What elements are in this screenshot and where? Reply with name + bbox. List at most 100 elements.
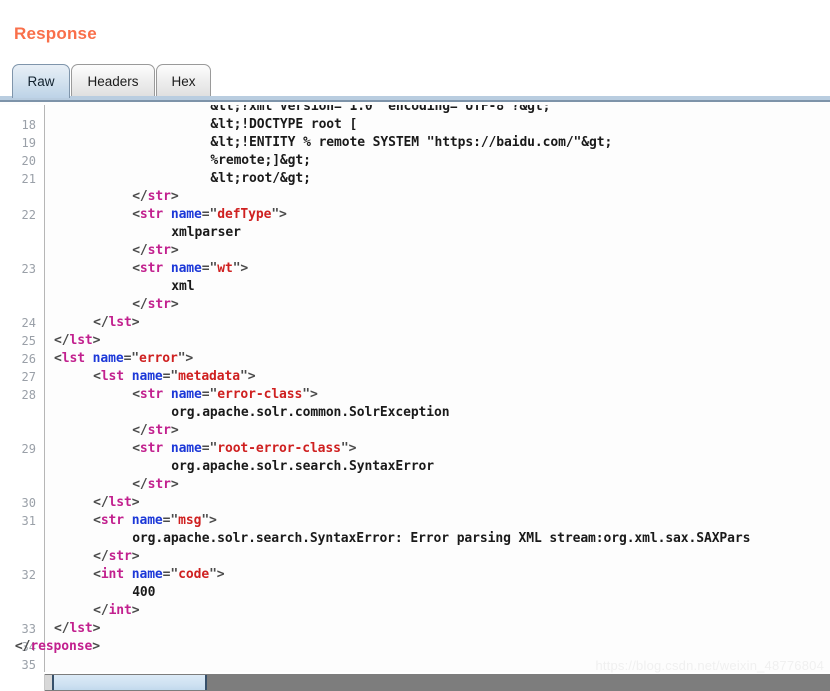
code-token: str	[147, 477, 171, 492]
code-token: response	[30, 639, 93, 654]
code-line: </str>	[132, 476, 178, 494]
code-token: org.apache.solr.search.SyntaxError	[171, 459, 435, 474]
code-token: str	[147, 243, 171, 258]
code-token: lst	[108, 315, 132, 330]
code-token: ">	[177, 351, 194, 366]
code-token: <	[132, 387, 140, 402]
code-token: <	[54, 351, 62, 366]
code-line: </str>	[132, 422, 178, 440]
code-token: &lt;root/&gt;	[210, 171, 311, 186]
code-token: <	[132, 441, 140, 456]
line-number: 33	[21, 622, 36, 636]
code-token: name	[170, 261, 202, 276]
code-token: >	[170, 477, 179, 492]
code-token: >	[131, 603, 140, 618]
tab-hex-label: Hex	[171, 74, 196, 89]
line-number: 28	[21, 388, 36, 402]
code-token: </	[54, 621, 70, 636]
code-line: </int>	[93, 602, 139, 620]
code-line: &lt;root/&gt;	[210, 170, 311, 188]
code-token: 400	[132, 585, 156, 600]
line-number: 21	[21, 172, 36, 186]
horizontal-scrollbar-left-cap	[0, 674, 45, 691]
code-token: lst	[61, 351, 85, 366]
page-title: Response	[14, 24, 97, 43]
code-token: >	[92, 333, 101, 348]
code-line: 400	[132, 584, 155, 602]
code-token: ">	[302, 387, 318, 402]
tab-headers[interactable]: Headers	[71, 64, 155, 98]
code-token: msg	[178, 513, 202, 528]
code-token: ">	[232, 261, 249, 276]
code-token: ="	[201, 207, 218, 222]
code-token: str	[100, 513, 125, 528]
code-token: </	[14, 639, 31, 654]
code-token: str	[139, 387, 164, 402]
code-token: >	[92, 639, 100, 654]
code-line: org.apache.solr.common.SolrException	[171, 404, 449, 422]
code-token: </	[132, 243, 148, 258]
line-number: 31	[21, 514, 36, 528]
code-line: <str name="error-class">	[132, 386, 318, 404]
line-number: 32	[21, 568, 36, 582]
code-token: </	[132, 423, 148, 438]
line-number: 25	[21, 334, 36, 348]
code-line: </lst>	[93, 494, 139, 512]
code-token: ">	[239, 369, 256, 384]
code-token: org.apache.solr.common.SolrException	[171, 405, 450, 420]
code-token: <	[93, 513, 101, 528]
code-line: </str>	[132, 296, 178, 314]
code-line: <str name="msg">	[93, 512, 217, 530]
horizontal-scrollbar-thumb[interactable]	[52, 675, 207, 690]
code-token: </	[54, 333, 70, 348]
code-line: <lst name="metadata">	[93, 368, 255, 386]
code-token: name	[170, 441, 202, 456]
code-token: >	[170, 189, 179, 204]
code-line: </lst>	[93, 314, 139, 332]
line-number: 22	[21, 208, 36, 222]
response-body-editor[interactable]: &lt;?xml version="1.0" encoding="UTF-8"?…	[0, 102, 830, 672]
code-line: <str name="wt">	[132, 260, 248, 278]
code-token: name	[131, 513, 163, 528]
code-token: ="	[162, 513, 179, 528]
code-surface[interactable]: &lt;?xml version="1.0" encoding="UTF-8"?…	[0, 102, 830, 672]
code-token: int	[108, 603, 132, 618]
response-tab-strip: Raw Headers Hex	[0, 62, 830, 159]
code-token: lst	[100, 369, 125, 384]
code-token: lst	[69, 333, 93, 348]
horizontal-scrollbar[interactable]	[0, 674, 830, 691]
line-number: 29	[21, 442, 36, 456]
line-number: 26	[21, 352, 36, 366]
code-token: ">	[209, 567, 225, 582]
code-token: str	[139, 207, 164, 222]
code-token: <	[132, 207, 140, 222]
line-number: 18	[21, 118, 36, 132]
line-number: 35	[21, 658, 36, 672]
tab-raw[interactable]: Raw	[12, 64, 70, 98]
code-token: <	[93, 369, 101, 384]
code-token: org.apache.solr.search.SyntaxError: Erro…	[132, 531, 751, 546]
code-token: wt	[217, 261, 233, 276]
line-number: 19	[21, 136, 36, 150]
code-token: >	[170, 423, 179, 438]
code-token: name	[131, 567, 163, 582]
code-token: lst	[108, 495, 132, 510]
code-token: defType	[217, 207, 272, 222]
code-line: </lst>	[54, 620, 100, 638]
code-token: ">	[271, 207, 287, 222]
horizontal-scrollbar-left-nub[interactable]	[45, 675, 52, 690]
code-line: <str name="root-error-class">	[132, 440, 356, 458]
line-number: 30	[21, 496, 36, 510]
code-line: </lst>	[54, 332, 100, 350]
tab-hex[interactable]: Hex	[156, 64, 211, 98]
code-token: str	[139, 261, 164, 276]
code-token: xmlparser	[171, 225, 241, 240]
code-token: lst	[69, 621, 93, 636]
code-token: &lt;!DOCTYPE root [	[210, 117, 358, 132]
code-token: </	[132, 189, 148, 204]
